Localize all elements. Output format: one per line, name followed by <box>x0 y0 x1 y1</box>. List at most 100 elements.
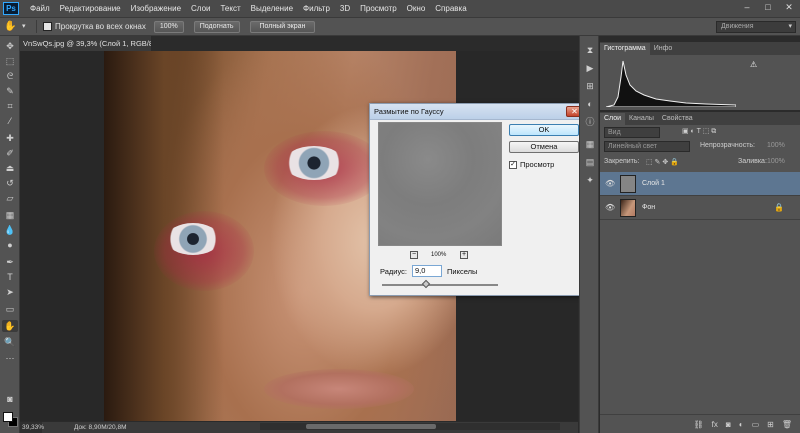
menu-window[interactable]: Окно <box>402 4 431 13</box>
marquee-tool-icon[interactable]: ⬚ <box>2 55 18 67</box>
swatches-panel-icon[interactable]: ▤ <box>584 156 596 168</box>
eraser-tool-icon[interactable]: ▱ <box>2 192 18 204</box>
healing-brush-tool-icon[interactable]: ✚ <box>2 132 18 144</box>
history-brush-tool-icon[interactable]: ↺ <box>2 177 18 189</box>
tool-preset-dropdown-icon[interactable]: ▾ <box>22 20 30 34</box>
maximize-button[interactable]: □ <box>761 1 775 14</box>
more-tools-icon[interactable]: ⋯ <box>2 352 18 364</box>
pen-tool-icon[interactable]: ✒ <box>2 256 18 268</box>
layer-row-background[interactable]: 👁 Фон 🔒 <box>600 196 800 220</box>
blur-tool-icon[interactable]: 💧 <box>2 224 18 236</box>
tab-channels[interactable]: Каналы <box>625 113 658 125</box>
menu-view[interactable]: Просмотр <box>355 4 402 13</box>
blend-mode-select[interactable]: Линейный свет <box>604 141 690 152</box>
tab-layers[interactable]: Слои <box>600 113 626 125</box>
new-layer-icon[interactable]: ⊞ <box>767 420 774 429</box>
close-window-button[interactable]: ✕ <box>782 1 796 14</box>
adjustments-panel-icon[interactable]: ◐ <box>584 98 596 110</box>
lock-label: Закрепить: <box>604 158 640 165</box>
quick-mask-icon[interactable]: ◙ <box>2 393 18 405</box>
scroll-all-windows-label: Прокрутка во всех окнах <box>55 22 146 31</box>
fill-value[interactable]: 100% <box>767 158 795 172</box>
radius-slider-track[interactable] <box>382 284 498 286</box>
menu-help[interactable]: Справка <box>430 4 471 13</box>
path-selection-tool-icon[interactable]: ➤ <box>2 286 18 298</box>
adjustment-layer-icon[interactable]: ◐ <box>739 420 744 429</box>
menu-select[interactable]: Выделение <box>246 4 298 13</box>
scroll-all-windows-checkbox[interactable] <box>43 22 52 31</box>
brush-tool-icon[interactable]: ✐ <box>2 147 18 159</box>
document-tab[interactable]: VnSwQs.jpg @ 39,3% (Слой 1, RGB/8#) *✕ <box>20 36 152 51</box>
histogram-warning-icon[interactable]: ⚠ <box>750 60 757 69</box>
styles-panel-icon[interactable]: ✦ <box>584 174 596 186</box>
tab-histogram[interactable]: Гистограмма <box>600 43 650 55</box>
lock-icons[interactable]: ⬚ ✎ ✥ 🔒 <box>646 158 696 172</box>
hand-tool-icon[interactable]: ✋ <box>2 320 18 332</box>
layer-row-layer1[interactable]: 👁 Слой 1 <box>600 172 800 196</box>
new-group-icon[interactable]: ▭ <box>752 420 760 429</box>
foreground-color-swatch[interactable] <box>3 412 13 422</box>
fit-screen-button[interactable]: Подогнать <box>193 20 240 33</box>
menu-filter[interactable]: Фильтр <box>298 4 335 13</box>
zoom-100-button[interactable]: 100% <box>153 20 184 33</box>
menu-file[interactable]: Файл <box>25 4 55 13</box>
actions-panel-icon[interactable]: ▶ <box>584 62 596 74</box>
window-controls: – □ ✕ <box>740 1 796 14</box>
minimize-button[interactable]: – <box>740 1 754 14</box>
layer-style-icon[interactable]: fx <box>712 420 718 429</box>
history-panel-icon[interactable]: ⧗ <box>584 44 596 56</box>
photoshop-logo: Ps <box>3 2 19 15</box>
move-tool-icon[interactable]: ✥ <box>2 40 18 52</box>
menu-3d[interactable]: 3D <box>335 4 355 13</box>
link-layers-icon[interactable]: ⛓ <box>694 420 704 429</box>
menu-type[interactable]: Текст <box>215 4 245 13</box>
dodge-tool-icon[interactable]: ● <box>2 239 18 251</box>
visibility-eye-icon[interactable]: 👁 <box>605 196 615 220</box>
preview-toggle[interactable]: ✓ Просмотр <box>509 160 554 169</box>
blur-preview[interactable] <box>378 122 502 246</box>
radius-input[interactable]: 9,0 <box>412 265 442 277</box>
preview-checkbox[interactable]: ✓ <box>509 160 517 169</box>
delete-layer-icon[interactable]: 🗑 <box>782 420 792 429</box>
ok-button[interactable]: OK <box>509 124 579 136</box>
layers-panel: Слои Каналы Свойства Вид ▣ ◐ T ⬚ ⧉ Линей… <box>600 112 800 433</box>
lock-icon: 🔒 <box>774 203 784 212</box>
radius-label: Радиус: <box>380 266 407 276</box>
add-mask-icon[interactable]: ◙ <box>726 420 731 429</box>
zoom-in-button[interactable]: + <box>460 251 468 259</box>
shape-tool-icon[interactable]: ▭ <box>2 303 18 315</box>
type-tool-icon[interactable]: T <box>2 271 18 283</box>
fill-label: Заливка: <box>738 158 767 165</box>
crop-tool-icon[interactable]: ⌗ <box>2 100 18 112</box>
layer-filter-icons[interactable]: ▣ ◐ T ⬚ ⧉ <box>682 127 782 141</box>
lasso-tool-icon[interactable]: ᘓ <box>2 70 18 82</box>
opacity-label: Непрозрачность: <box>700 142 755 149</box>
gradient-tool-icon[interactable]: ▦ <box>2 209 18 221</box>
cancel-button[interactable]: Отмена <box>509 141 579 153</box>
workspace-switcher[interactable]: Движения <box>716 21 796 33</box>
menu-layers[interactable]: Слои <box>186 4 215 13</box>
fill-screen-button[interactable]: Полный экран <box>249 20 316 33</box>
opacity-value[interactable]: 100% <box>767 142 795 156</box>
menu-image[interactable]: Изображение <box>126 4 186 13</box>
tab-info[interactable]: Инфо <box>650 43 677 55</box>
tab-properties[interactable]: Свойства <box>658 113 697 125</box>
histogram-graph <box>606 60 736 107</box>
menu-edit[interactable]: Редактирование <box>55 4 126 13</box>
navigator-panel-icon[interactable]: ⊞ <box>584 80 596 92</box>
visibility-eye-icon[interactable]: 👁 <box>605 172 615 196</box>
clone-stamp-tool-icon[interactable]: ⏏ <box>2 162 18 174</box>
layer-kind-filter[interactable]: Вид <box>604 127 660 138</box>
hand-tool-icon[interactable]: ✋ <box>4 20 18 34</box>
scrollbar-thumb[interactable] <box>306 424 436 429</box>
quick-select-tool-icon[interactable]: ✎ <box>2 85 18 97</box>
eyedropper-tool-icon[interactable]: ⁄ <box>2 115 18 127</box>
status-zoom-level[interactable]: 39,33% <box>20 422 44 433</box>
histogram-panel: Гистограмма Инфо ⚠ <box>600 42 800 110</box>
radius-slider-thumb[interactable] <box>421 279 431 289</box>
properties-panel-icon[interactable]: ⓘ <box>584 116 596 128</box>
zoom-out-button[interactable]: − <box>410 251 418 259</box>
dialog-title: Размытие по Гауссу <box>370 104 586 120</box>
zoom-tool-icon[interactable]: 🔍 <box>2 336 18 348</box>
color-panel-icon[interactable]: ▦ <box>584 138 596 150</box>
